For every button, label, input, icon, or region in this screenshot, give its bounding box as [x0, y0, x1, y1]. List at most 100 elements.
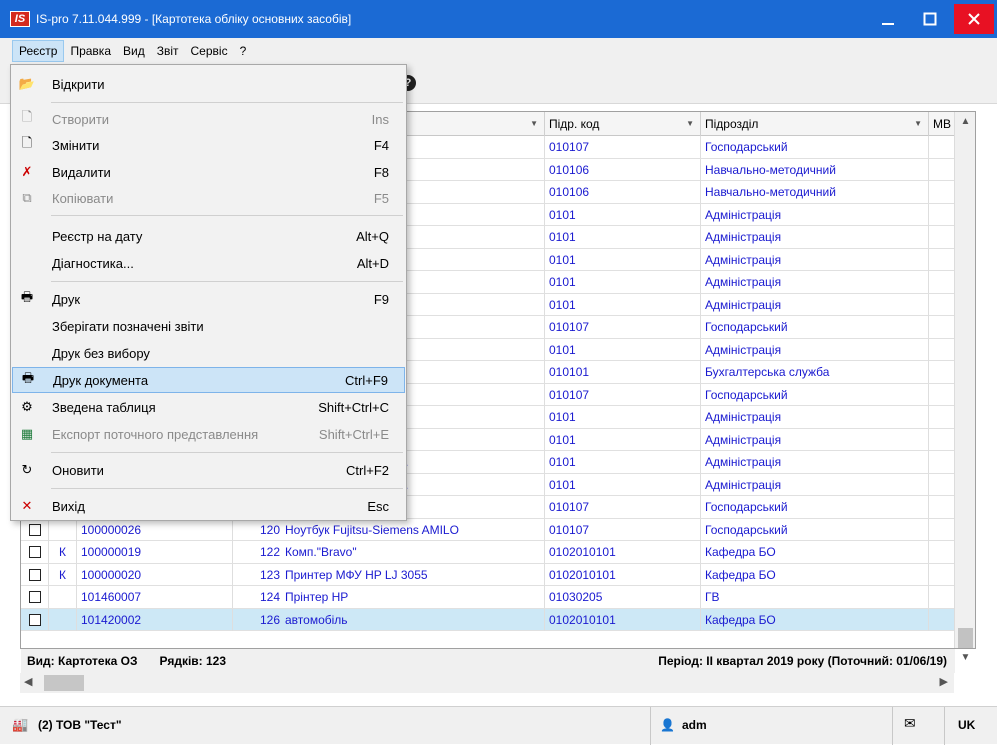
header-dept[interactable]: Підрозділ ▼ — [701, 112, 929, 136]
period-label: Період: II квартал 2019 року (Поточний: … — [658, 654, 947, 668]
view-label: Вид: Картотека ОЗ — [27, 654, 138, 668]
cell-mv — [929, 136, 955, 158]
vertical-scrollbar[interactable]: ▲ — [954, 112, 975, 648]
header-mv[interactable]: МВ — [929, 112, 955, 136]
cell-mv — [929, 383, 955, 406]
menu-open-label: Відкрити — [52, 76, 105, 92]
cell-mv — [929, 518, 955, 541]
cell-dept: Адміністрація — [701, 226, 929, 248]
menu-save-reports[interactable]: Зберігати позначені звіти — [12, 313, 405, 339]
cell-mark — [49, 518, 77, 541]
cell-dept: Адміністрація — [701, 338, 929, 361]
table-row[interactable]: 101420002 126 автомобіль 0102010101 Кафедра … — [21, 608, 955, 631]
minimize-button[interactable] — [867, 0, 909, 38]
menu-delete[interactable]: ✗ Видалити F8 — [12, 159, 405, 185]
menu-delete-label: Видалити — [52, 164, 111, 180]
cell-mv — [929, 203, 955, 226]
menu-refresh-shortcut: Ctrl+F2 — [346, 462, 389, 478]
menu-open[interactable]: 📂 Відкрити — [12, 71, 405, 97]
menu-print-document-label: Друк документа — [53, 372, 149, 388]
close-icon — [968, 13, 980, 25]
cell-name: автомобіль — [283, 608, 545, 631]
scroll-down-icon[interactable]: ▼ — [955, 652, 976, 663]
cell-num: 124 — [259, 590, 280, 604]
menu-edit[interactable]: Правка — [64, 41, 117, 61]
table-row[interactable]: 100000026 120 Ноутбук Fujitsu-Siemens AMIL… — [21, 518, 955, 541]
cell-mv — [929, 406, 955, 428]
exit-icon: ✕ — [21, 498, 33, 513]
menu-refresh-label: Оновити — [52, 462, 104, 478]
menu-view[interactable]: Вид — [117, 41, 151, 61]
new-document-icon: 🗋 — [21, 109, 33, 124]
table-row[interactable]: 101460007 124 Прінтер НР 01030205 ГВ — [21, 586, 955, 609]
cell-code: 0102010101 — [545, 563, 701, 586]
cell-code: 0102010101 — [545, 608, 701, 631]
edit-document-icon: 🗋 — [21, 135, 33, 150]
menu-print-document[interactable]: 🖶 Друк документа Ctrl+F9 — [12, 367, 405, 393]
mail-icon[interactable]: ✉ — [904, 715, 916, 732]
cell-mv — [929, 586, 955, 608]
table-row[interactable]: К 100000020 123 Принтер МФУ HP LJ 3055 01020… — [21, 563, 955, 586]
org-icon: 🏭 — [12, 717, 29, 732]
cell-code: 010107 — [545, 518, 701, 541]
cell-mv — [929, 338, 955, 361]
scroll-up-icon[interactable]: ▲ — [955, 116, 975, 127]
cell-code: 010107 — [545, 383, 701, 406]
menu-refresh[interactable]: ↻ Оновити Ctrl+F2 — [12, 457, 405, 483]
cell-code: 010107 — [545, 316, 701, 338]
maximize-button[interactable] — [909, 0, 951, 38]
menu-registry[interactable]: Реєстр — [12, 40, 65, 62]
menu-print-shortcut: F9 — [373, 291, 389, 307]
separator — [51, 281, 403, 282]
menu-pivot-table[interactable]: ⚙ Зведена таблиця Shift+Ctrl+C — [12, 394, 405, 420]
menu-print-no-select[interactable]: Друк без вибору — [12, 340, 405, 366]
menu-edit-record[interactable]: 🗋 Змінити F4 — [12, 132, 405, 158]
menu-print[interactable]: 🖶 Друк F9 — [12, 286, 405, 312]
menu-delete-shortcut: F8 — [373, 164, 389, 180]
menu-create[interactable]: 🗋 Створити Ins — [12, 106, 405, 132]
menu-copy[interactable]: ⧉ Копіювати F5 — [12, 185, 405, 211]
scroll-left-icon[interactable]: ◀ — [24, 675, 32, 688]
cell-mv — [929, 541, 955, 563]
cell-dept: Адміністрація — [701, 203, 929, 226]
menu-diagnostics[interactable]: Діагностика... Alt+D — [12, 250, 405, 276]
menu-create-label: Створити — [52, 111, 110, 127]
menu-print-no-select-label: Друк без вибору — [52, 345, 150, 361]
cell-dept: Господарський — [701, 383, 929, 406]
cell-dept: Адміністрація — [701, 406, 929, 428]
menu-edit-label: Змінити — [52, 137, 100, 153]
close-button[interactable] — [954, 4, 994, 34]
menu-exit[interactable]: ✕ Вихід Esc — [12, 493, 405, 519]
title-bar: IS IS-pro 7.11.044.999 - [Картотека облі… — [0, 0, 997, 38]
cell-dept: Бухгалтерська служба — [701, 361, 929, 383]
table-row[interactable]: К 100000019 122 Комп."Bravo" 0102010101 Кафед… — [21, 541, 955, 564]
menu-service[interactable]: Сервіс — [185, 41, 234, 61]
menu-help[interactable]: ? — [234, 41, 253, 61]
cell-mv — [929, 293, 955, 316]
cell-dept: Адміністрація — [701, 473, 929, 496]
cell-code: 0101 — [545, 293, 701, 316]
print-document-icon: 🖶 — [21, 370, 35, 385]
scroll-thumb[interactable] — [958, 628, 973, 648]
header-code-label: Підр. код — [549, 117, 600, 131]
cell-mv — [929, 181, 955, 203]
cell-dept: Кафедра БО — [701, 541, 929, 563]
menu-exit-shortcut: Esc — [367, 498, 389, 514]
folder-open-icon: 📂 — [18, 76, 36, 91]
cell-code: 0101 — [545, 406, 701, 428]
app-logo-icon: IS — [10, 11, 30, 27]
menu-export[interactable]: ▦ Експорт поточного представлення Shift+… — [12, 421, 405, 447]
maximize-icon — [923, 12, 937, 26]
cell-name: Прінтер НР — [283, 586, 545, 608]
divider — [892, 707, 893, 745]
menu-report[interactable]: Звіт — [151, 41, 185, 61]
header-code[interactable]: Підр. код ▼ — [545, 112, 701, 136]
menu-registry-date[interactable]: Реєстр на дату Alt+Q — [12, 223, 405, 249]
cell-code: 010107 — [545, 496, 701, 518]
hscroll-thumb[interactable] — [44, 675, 84, 691]
cell-dept: Адміністрація — [701, 271, 929, 293]
language-indicator[interactable]: UK — [958, 718, 975, 732]
cell-mark — [49, 586, 77, 608]
horizontal-scrollbar[interactable]: ◀ ▶ — [20, 673, 954, 693]
scroll-right-icon[interactable]: ▶ — [940, 675, 948, 688]
